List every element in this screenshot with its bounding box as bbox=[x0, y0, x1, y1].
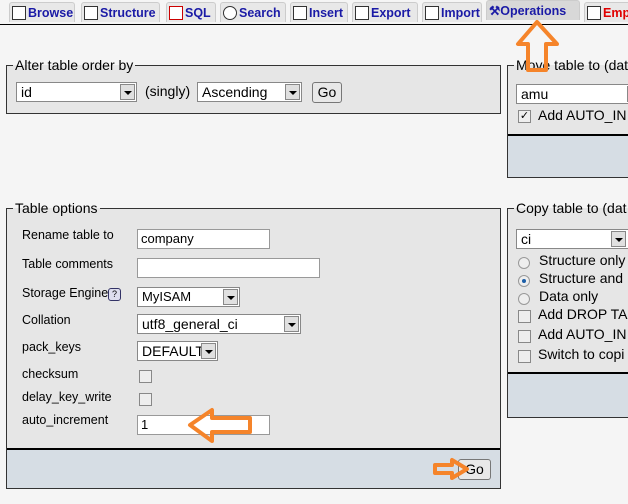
annotation-arrows bbox=[188, 20, 559, 480]
arrow-right-annotation bbox=[433, 458, 469, 480]
arrow-up-annotation bbox=[516, 20, 559, 72]
arrow-left-annotation bbox=[188, 408, 252, 443]
